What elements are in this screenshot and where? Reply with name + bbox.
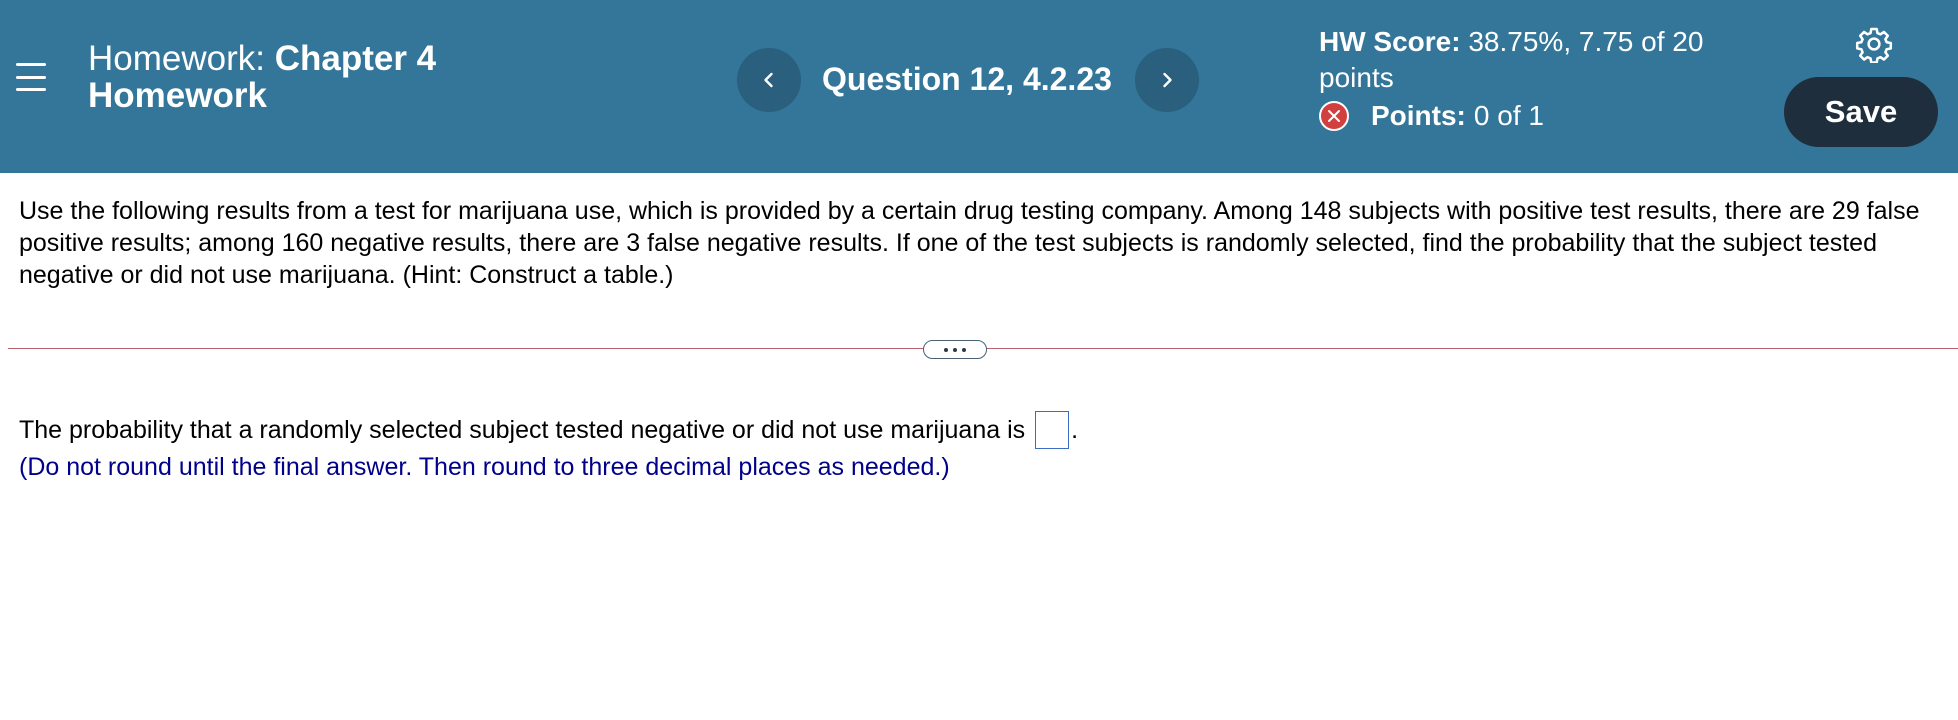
homework-title: Homework: Chapter 4 Homework (88, 40, 436, 114)
answer-suffix: . (1071, 416, 1079, 444)
homework-title-name: Chapter 4 (274, 39, 437, 78)
hw-score: HW Score: 38.75%, 7.75 of 20 points (1319, 24, 1759, 96)
points-label: Points: (1371, 100, 1466, 131)
points-value: 0 of 1 (1473, 100, 1544, 131)
header-bar: Homework: Chapter 4 Homework Question 12… (0, 0, 1958, 173)
points-status: Points: 0 of 1 (1319, 98, 1544, 134)
answer-prompt-text: The probability that a randomly selected… (19, 416, 1026, 444)
incorrect-x-icon (1319, 101, 1349, 131)
question-label: Question 12, 4.2.23 (822, 61, 1112, 97)
hw-score-label: HW Score: (1319, 26, 1461, 57)
chevron-right-icon (1163, 72, 1172, 88)
homework-title-name-line2: Homework (88, 76, 267, 115)
gear-icon[interactable] (1855, 25, 1893, 63)
hamburger-menu-icon[interactable] (16, 63, 46, 91)
problem-statement: Use the following results from a test fo… (19, 197, 1920, 289)
chevron-left-icon (764, 72, 773, 88)
next-question-button[interactable] (1135, 48, 1199, 112)
previous-question-button[interactable] (737, 48, 801, 112)
save-button[interactable]: Save (1784, 77, 1938, 147)
homework-title-prefix: Homework: (88, 39, 265, 78)
answer-prompt: The probability that a randomly selected… (19, 411, 1078, 449)
ellipsis-icon[interactable] (923, 340, 987, 359)
answer-input[interactable] (1035, 411, 1070, 449)
rounding-hint: (Do not round until the final answer. Th… (19, 453, 950, 481)
